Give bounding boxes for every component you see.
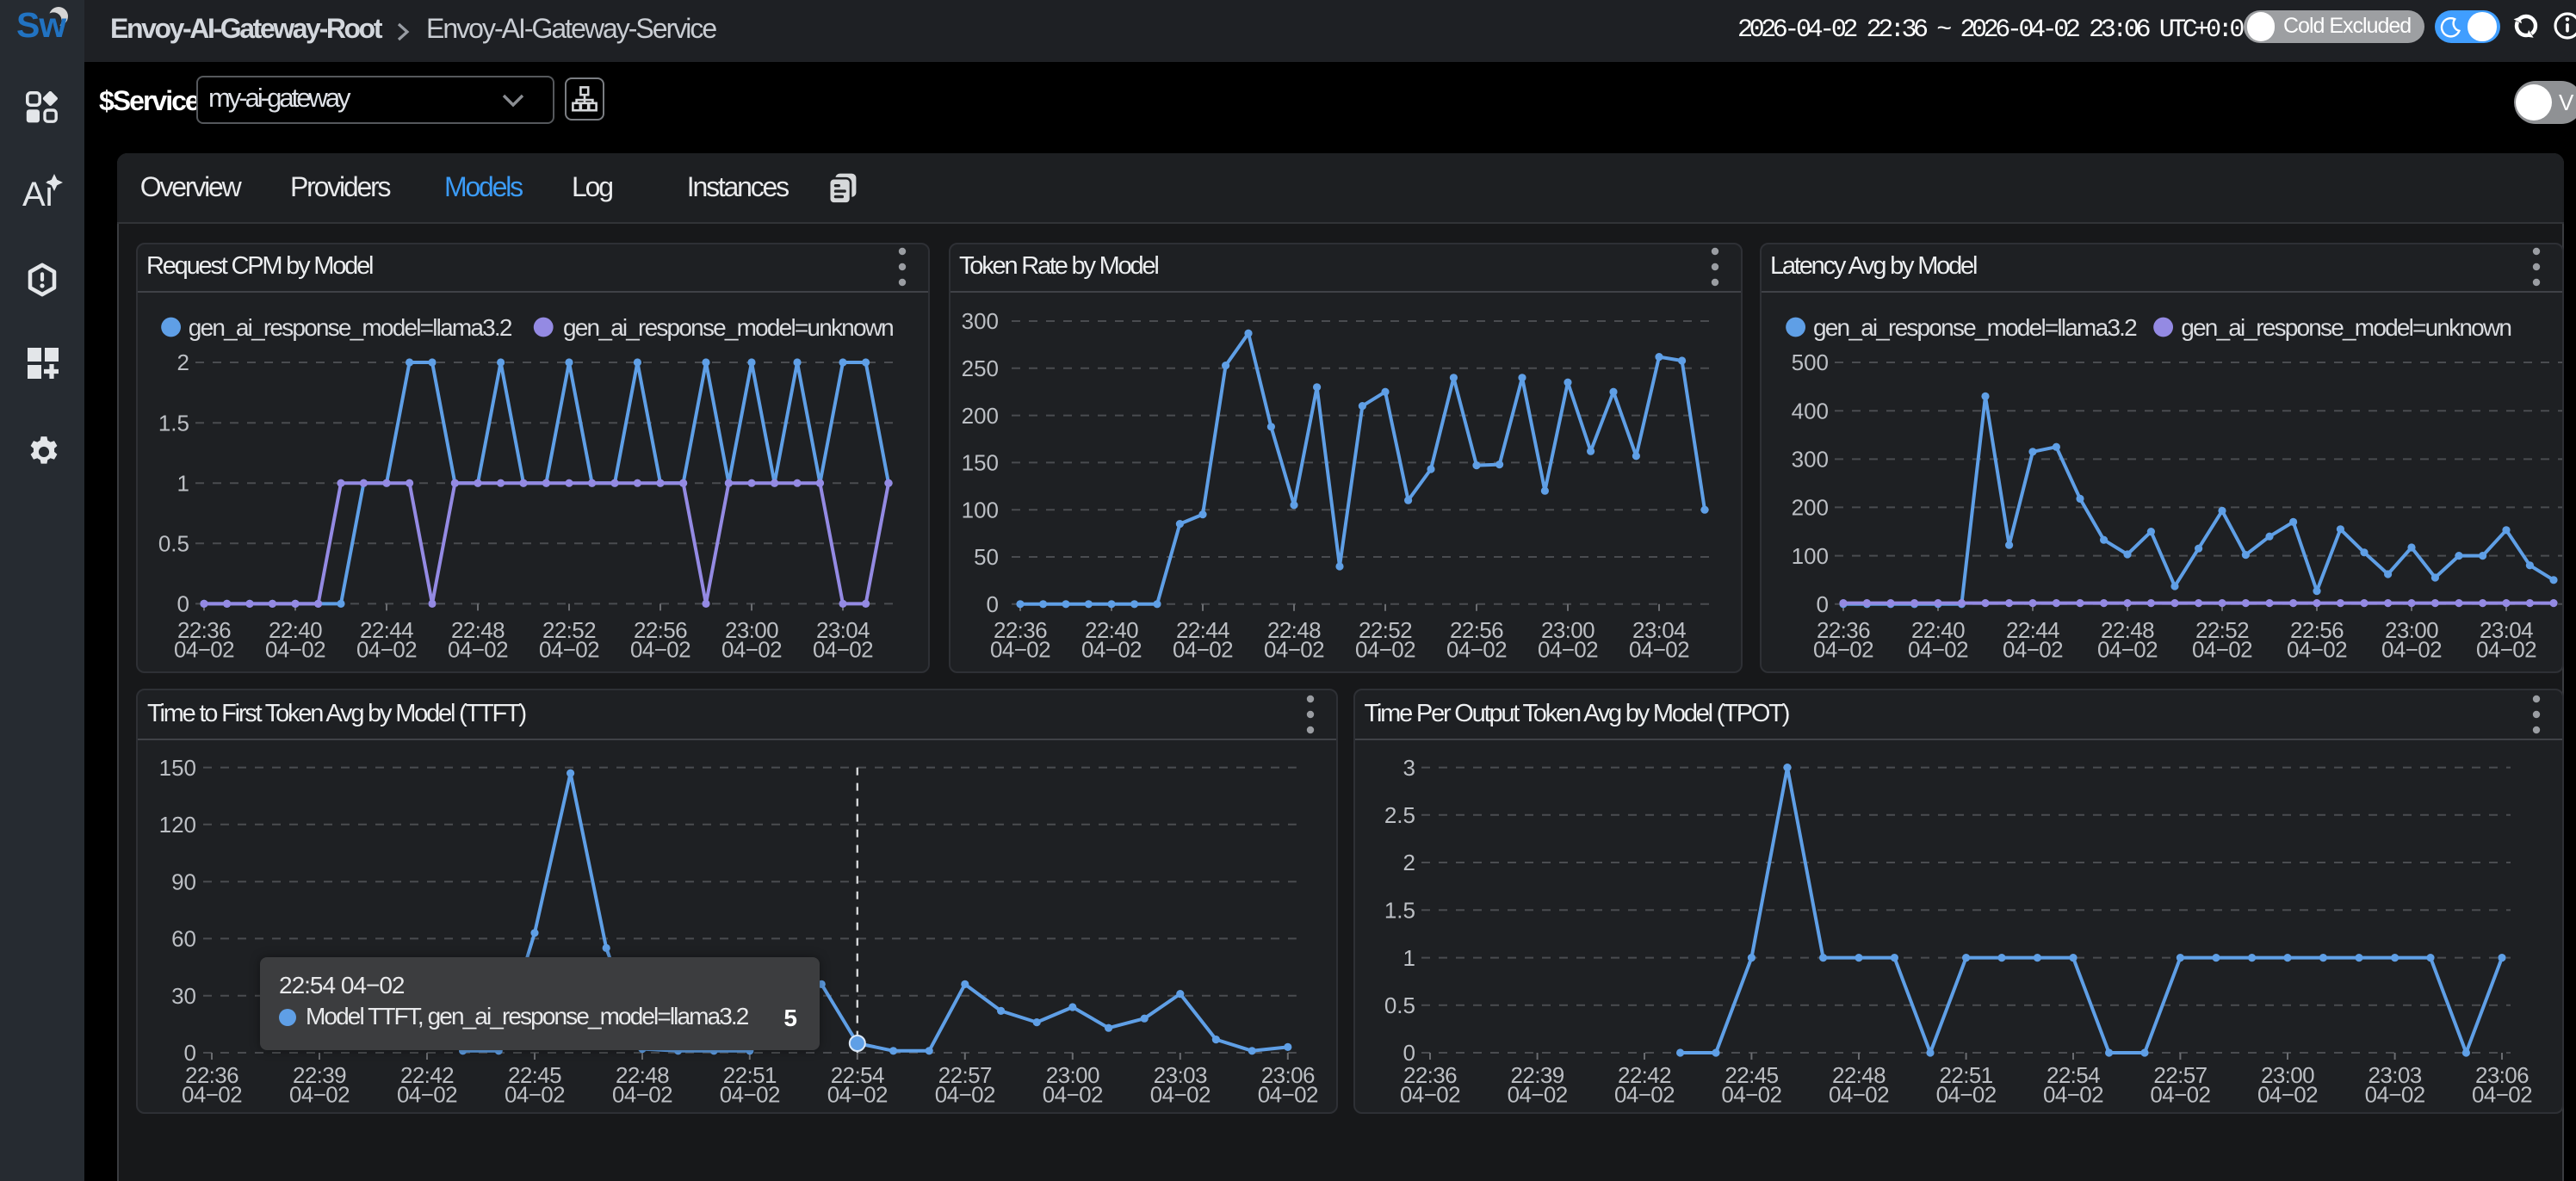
svg-text:04−02: 04−02 bbox=[397, 1081, 457, 1107]
svg-text:2: 2 bbox=[1403, 850, 1415, 875]
svg-text:04−02: 04−02 bbox=[448, 637, 508, 663]
svg-text:04−02: 04−02 bbox=[612, 1081, 672, 1107]
svg-text:400: 400 bbox=[1792, 398, 1829, 424]
svg-text:04−02: 04−02 bbox=[289, 1081, 350, 1107]
svg-text:90: 90 bbox=[171, 869, 196, 894]
svg-text:04−02: 04−02 bbox=[1936, 1081, 1997, 1107]
svg-text:1.5: 1.5 bbox=[158, 410, 189, 436]
svg-text:04−02: 04−02 bbox=[505, 1081, 565, 1107]
svg-text:300: 300 bbox=[962, 308, 999, 334]
svg-text:04−02: 04−02 bbox=[1258, 1081, 1318, 1107]
svg-text:100: 100 bbox=[962, 497, 999, 522]
svg-text:04−02: 04−02 bbox=[1538, 637, 1598, 663]
svg-text:04−02: 04−02 bbox=[174, 637, 234, 663]
svg-text:gen_ai_response_model=llama3.2: gen_ai_response_model=llama3.2 bbox=[189, 314, 512, 341]
svg-text:04−02: 04−02 bbox=[1400, 1081, 1460, 1107]
svg-text:04−02: 04−02 bbox=[721, 637, 782, 663]
svg-text:04−02: 04−02 bbox=[2476, 637, 2536, 663]
svg-text:60: 60 bbox=[171, 926, 196, 952]
svg-text:04−02: 04−02 bbox=[1813, 637, 1873, 663]
svg-text:04−02: 04−02 bbox=[1264, 637, 1324, 663]
svg-text:04−02: 04−02 bbox=[1614, 1081, 1675, 1107]
svg-text:100: 100 bbox=[1792, 543, 1829, 569]
svg-text:3: 3 bbox=[1403, 755, 1415, 781]
svg-text:gen_ai_response_model=unknown: gen_ai_response_model=unknown bbox=[563, 314, 893, 341]
svg-text:04−02: 04−02 bbox=[539, 637, 599, 663]
svg-text:200: 200 bbox=[962, 403, 999, 429]
svg-text:04−02: 04−02 bbox=[2472, 1081, 2532, 1107]
svg-text:50: 50 bbox=[974, 544, 999, 570]
svg-text:0: 0 bbox=[177, 591, 189, 617]
svg-text:150: 150 bbox=[962, 450, 999, 476]
svg-text:0.5: 0.5 bbox=[158, 530, 189, 556]
svg-text:120: 120 bbox=[159, 812, 196, 838]
svg-text:04−02: 04−02 bbox=[1829, 1081, 1889, 1107]
svg-text:0.5: 0.5 bbox=[1384, 992, 1415, 1018]
svg-text:0: 0 bbox=[1817, 591, 1829, 617]
svg-text:Sw: Sw bbox=[16, 5, 66, 45]
svg-text:04−02: 04−02 bbox=[813, 637, 873, 663]
svg-text:04−02: 04−02 bbox=[1629, 637, 1689, 663]
svg-text:150: 150 bbox=[159, 755, 196, 781]
svg-text:04−02: 04−02 bbox=[630, 637, 690, 663]
svg-text:04−02: 04−02 bbox=[990, 637, 1050, 663]
svg-text:04−02: 04−02 bbox=[2365, 1081, 2425, 1107]
svg-text:1: 1 bbox=[1403, 945, 1415, 971]
svg-text:30: 30 bbox=[171, 983, 196, 1009]
svg-text:04−02: 04−02 bbox=[2043, 1081, 2103, 1107]
svg-text:04−02: 04−02 bbox=[1081, 637, 1142, 663]
svg-text:gen_ai_response_model=unknown: gen_ai_response_model=unknown bbox=[2181, 314, 2511, 341]
svg-text:04−02: 04−02 bbox=[2003, 637, 2063, 663]
svg-text:04−02: 04−02 bbox=[1508, 1081, 1568, 1107]
svg-text:04−02: 04−02 bbox=[1150, 1081, 1211, 1107]
svg-text:300: 300 bbox=[1792, 447, 1829, 473]
svg-text:1.5: 1.5 bbox=[1384, 897, 1415, 923]
svg-text:1: 1 bbox=[177, 470, 189, 496]
svg-text:2.5: 2.5 bbox=[1384, 802, 1415, 828]
svg-text:200: 200 bbox=[1792, 495, 1829, 521]
svg-text:04−02: 04−02 bbox=[2381, 637, 2442, 663]
svg-text:0: 0 bbox=[987, 591, 999, 617]
svg-text:04−02: 04−02 bbox=[1355, 637, 1415, 663]
svg-text:04−02: 04−02 bbox=[2150, 1081, 2210, 1107]
svg-text:04−02: 04−02 bbox=[1043, 1081, 1103, 1107]
svg-text:04−02: 04−02 bbox=[827, 1081, 888, 1107]
svg-text:04−02: 04−02 bbox=[720, 1081, 780, 1107]
svg-text:04−02: 04−02 bbox=[265, 637, 325, 663]
svg-text:2: 2 bbox=[177, 349, 189, 375]
svg-text:04−02: 04−02 bbox=[356, 637, 417, 663]
svg-text:04−02: 04−02 bbox=[2257, 1081, 2318, 1107]
svg-text:04−02: 04−02 bbox=[1721, 1081, 1781, 1107]
svg-text:500: 500 bbox=[1792, 349, 1829, 375]
svg-text:04−02: 04−02 bbox=[1446, 637, 1507, 663]
svg-text:04−02: 04−02 bbox=[935, 1081, 995, 1107]
svg-text:250: 250 bbox=[962, 356, 999, 381]
svg-text:04−02: 04−02 bbox=[182, 1081, 242, 1107]
svg-text:04−02: 04−02 bbox=[2192, 637, 2252, 663]
svg-text:04−02: 04−02 bbox=[1908, 637, 1968, 663]
svg-text:Ai: Ai bbox=[22, 176, 53, 212]
svg-text:gen_ai_response_model=llama3.2: gen_ai_response_model=llama3.2 bbox=[1813, 314, 2137, 341]
svg-text:04−02: 04−02 bbox=[2287, 637, 2347, 663]
svg-text:04−02: 04−02 bbox=[1173, 637, 1233, 663]
svg-text:04−02: 04−02 bbox=[2097, 637, 2158, 663]
